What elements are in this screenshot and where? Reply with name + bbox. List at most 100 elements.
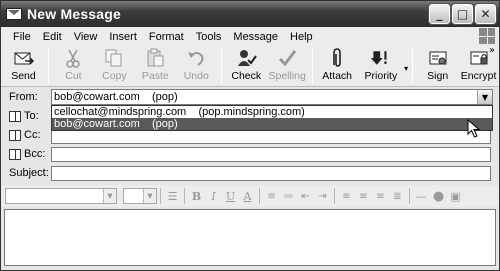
mouse-pointer-icon: [467, 119, 480, 138]
chevron-down-icon[interactable]: ▼: [143, 189, 156, 203]
sign-certificate-icon: [427, 48, 449, 68]
subject-field[interactable]: [51, 166, 491, 181]
check-label: Check: [231, 70, 262, 82]
menu-help[interactable]: Help: [284, 31, 319, 43]
spelling-label: Spelling: [268, 70, 306, 82]
message-body-editor[interactable]: [4, 209, 496, 266]
font-color-button[interactable]: A: [239, 188, 256, 205]
check-names-button[interactable]: Check: [226, 46, 267, 86]
insert-hyperlink-icon[interactable]: ●: [430, 188, 447, 205]
chevron-down-icon[interactable]: ▼: [103, 189, 116, 203]
from-account-select[interactable]: bob@cowart.com (pop) ▼: [51, 89, 493, 105]
menu-format[interactable]: Format: [143, 31, 190, 43]
from-option-mindspring[interactable]: cellochat@mindspring.com (pop.mindspring…: [52, 106, 492, 118]
encrypt-lock-icon: [468, 48, 490, 68]
menu-message[interactable]: Message: [227, 31, 284, 43]
paste-button[interactable]: Paste: [135, 46, 176, 86]
cc-label-group[interactable]: Cc:: [9, 129, 41, 141]
cut-button[interactable]: Cut: [53, 46, 94, 86]
font-name-select[interactable]: ▼: [5, 188, 117, 204]
subject-label: Subject:: [9, 167, 49, 179]
copy-label: Copy: [102, 70, 127, 82]
sign-label: Sign: [427, 70, 449, 82]
attach-button[interactable]: Attach: [317, 46, 358, 86]
priority-button[interactable]: Priority: [358, 46, 405, 86]
font-size-select[interactable]: ▼: [123, 188, 157, 204]
justify-icon[interactable]: ≣: [389, 188, 406, 205]
horizontal-line-icon[interactable]: —: [413, 188, 430, 205]
bold-button[interactable]: B: [188, 188, 205, 205]
toolbar: Send Cut Copy Paste Undo Check Spelling …: [1, 46, 499, 87]
toolbar-separator: [47, 48, 49, 84]
chevron-down-icon[interactable]: ▼: [477, 90, 492, 104]
undo-button[interactable]: Undo: [176, 46, 217, 86]
italic-button[interactable]: I: [205, 188, 222, 205]
bulleted-list-icon[interactable]: ≔: [280, 188, 297, 205]
address-book-icon: [9, 110, 21, 122]
toolbar-separator: [311, 48, 313, 84]
priority-dropdown-icon[interactable]: ▾: [404, 64, 408, 73]
menu-edit[interactable]: Edit: [37, 31, 68, 43]
formatting-toolbar: ▼ ▼ ☰ B I U A ≡ ≔ ⇤ ⇥ ≡ ≡ ≡ ≣ — ● ▣: [1, 185, 499, 207]
numbered-list-icon[interactable]: ≡: [263, 188, 280, 205]
toolbar-separator: [184, 188, 185, 204]
paperclip-icon: [326, 48, 348, 68]
cc-field[interactable]: [51, 129, 491, 144]
decrease-indent-icon[interactable]: ⇤: [297, 188, 314, 205]
address-book-icon: [9, 148, 21, 160]
check-names-icon: [235, 48, 258, 68]
align-center-icon[interactable]: ≡: [355, 188, 372, 205]
from-label: From:: [9, 91, 38, 103]
window-controls: _ □ ✕: [428, 3, 497, 25]
bcc-field[interactable]: [51, 147, 491, 162]
toolbar-separator: [220, 48, 222, 84]
menu-bar: File Edit View Insert Format Tools Messa…: [1, 27, 499, 46]
menu-file[interactable]: File: [7, 31, 37, 43]
from-selected-value: bob@cowart.com (pop): [54, 91, 178, 103]
to-label: To:: [24, 110, 39, 122]
from-account-dropdown: cellochat@mindspring.com (pop.mindspring…: [51, 105, 493, 131]
toolbar-separator: [334, 188, 335, 204]
spelling-check-icon: [276, 48, 298, 68]
clipboard-icon: [144, 48, 166, 68]
insert-picture-icon[interactable]: ▣: [447, 188, 464, 205]
send-icon: [12, 48, 35, 68]
send-button[interactable]: Send: [3, 46, 44, 86]
maximize-button[interactable]: □: [451, 3, 474, 25]
minimize-button[interactable]: _: [428, 3, 451, 25]
bcc-label-group[interactable]: Bcc:: [9, 148, 45, 160]
toolbar-separator: [160, 188, 161, 204]
toolbar-separator: [259, 188, 260, 204]
new-message-window: New Message _ □ ✕ File Edit View Insert …: [0, 0, 500, 271]
align-right-icon[interactable]: ≡: [372, 188, 389, 205]
cc-label: Cc:: [24, 129, 41, 141]
priority-icon: [370, 48, 392, 68]
paragraph-style-icon[interactable]: ☰: [164, 188, 181, 205]
increase-indent-icon[interactable]: ⇥: [314, 188, 331, 205]
undo-icon: [185, 48, 207, 68]
cut-label: Cut: [65, 70, 82, 82]
scissors-icon: [62, 48, 84, 68]
from-option-cowart[interactable]: bob@cowart.com (pop): [52, 118, 492, 130]
sign-button[interactable]: Sign: [417, 46, 458, 86]
send-label: Send: [11, 70, 36, 82]
address-book-icon: [9, 129, 21, 141]
bcc-label: Bcc:: [24, 148, 46, 160]
copy-icon: [103, 48, 125, 68]
attach-label: Attach: [322, 70, 353, 82]
menu-insert[interactable]: Insert: [103, 31, 143, 43]
align-left-icon[interactable]: ≡: [338, 188, 355, 205]
toolbar-overflow-chevron[interactable]: »: [489, 45, 495, 56]
underline-button[interactable]: U: [222, 188, 239, 205]
encrypt-label: Encrypt: [460, 70, 497, 82]
menu-tools[interactable]: Tools: [190, 31, 228, 43]
spelling-button[interactable]: Spelling: [267, 46, 308, 86]
undo-label: Undo: [183, 70, 209, 82]
paste-label: Paste: [141, 70, 169, 82]
window-title: New Message: [27, 6, 122, 22]
copy-button[interactable]: Copy: [94, 46, 135, 86]
close-button[interactable]: ✕: [474, 3, 497, 25]
toolbar-separator: [409, 188, 410, 204]
menu-view[interactable]: View: [68, 31, 104, 43]
to-label-group[interactable]: To:: [9, 110, 39, 122]
